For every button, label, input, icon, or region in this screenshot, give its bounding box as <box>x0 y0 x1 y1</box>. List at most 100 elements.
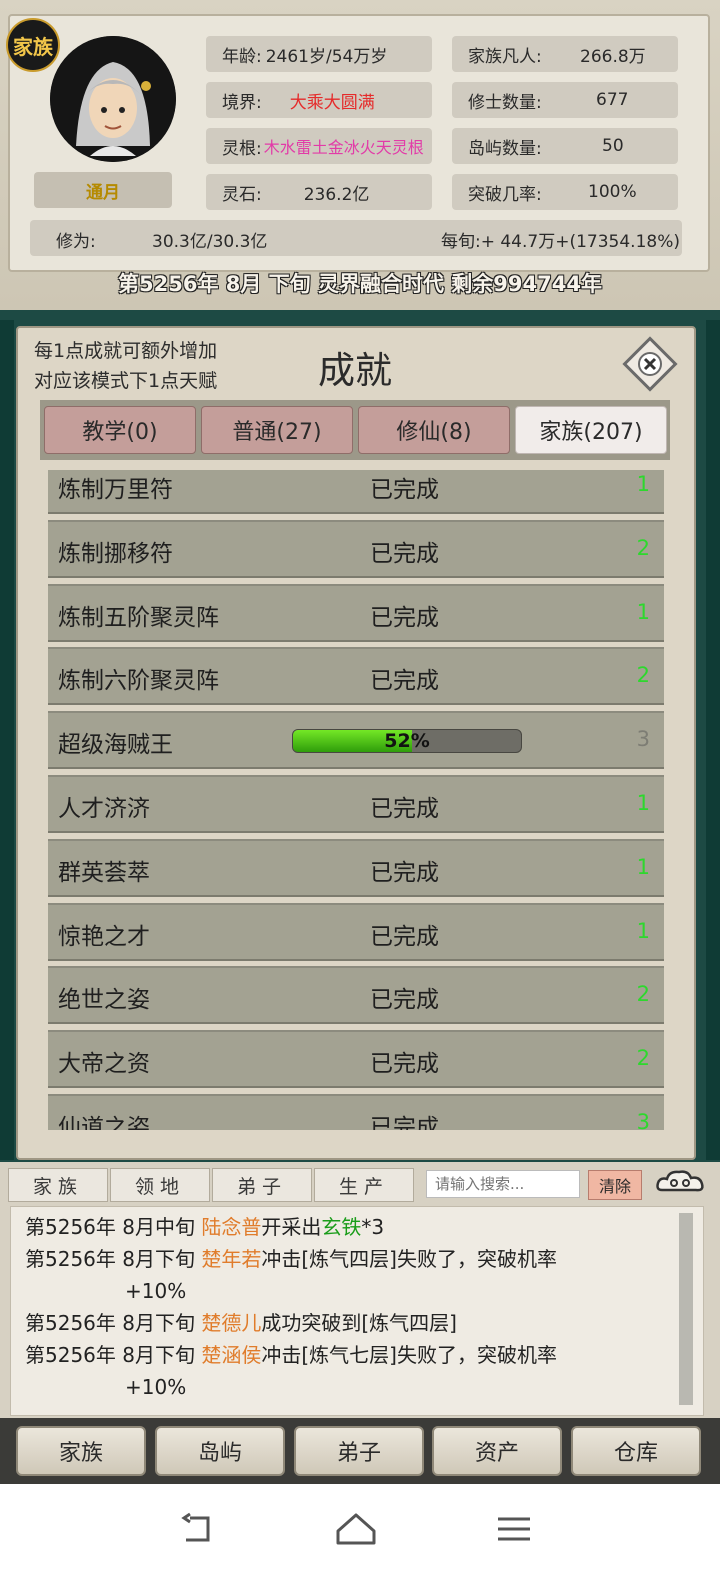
achievement-row[interactable]: 绝世之姿 已完成 2 <box>48 966 664 1025</box>
cloud-menu-button[interactable] <box>654 1166 706 1198</box>
menu-button[interactable] <box>484 1504 544 1554</box>
stat-age: 年龄: 2461岁/54万岁 <box>206 36 432 72</box>
achievement-name: 炼制挪移符 <box>58 540 173 567</box>
log-tab-territory[interactable]: 领地 <box>110 1168 210 1202</box>
nav-assets-button[interactable]: 资产 <box>432 1426 562 1476</box>
nav-warehouse-button[interactable]: 仓库 <box>571 1426 701 1476</box>
log-tab-production[interactable]: 生产 <box>314 1168 414 1202</box>
tab-teaching[interactable]: 教学(0) <box>44 406 196 454</box>
nav-clan-button[interactable]: 家族 <box>16 1426 146 1476</box>
progress-percent: 52% <box>384 730 430 753</box>
stat-spirit-root-label: 灵根: <box>222 138 262 159</box>
event-log-panel: 家族 领地 弟子 生产 清除 第5256年 8月中旬 陆念普开采出玄铁*3 第5… <box>0 1162 720 1418</box>
log-continuation: +10% <box>125 1375 187 1399</box>
stat-breakthrough-value: 100% <box>588 182 637 202</box>
achievement-row[interactable]: 人才济济 已完成 1 <box>48 774 664 833</box>
log-continuation: +10% <box>125 1279 187 1303</box>
log-tab-disciples[interactable]: 弟子 <box>212 1168 312 1202</box>
achievement-progress-bar: 52% <box>292 729 522 754</box>
cloud-icon <box>656 1170 704 1192</box>
log-entry: 第5256年 8月下旬 楚德儿成功突破到[炼气四层] <box>25 1307 645 1339</box>
achievement-status: 已完成 <box>370 604 439 631</box>
clan-badge[interactable]: 家族 <box>6 18 60 72</box>
achievement-row[interactable]: 炼制六阶聚灵阵 已完成 2 <box>48 647 664 706</box>
achievement-name: 人才济济 <box>58 795 150 822</box>
log-entry: 第5256年 8月下旬 楚涵侯冲击[炼气七层]失败了，突破机率 +10% <box>25 1339 645 1403</box>
clear-button[interactable]: 清除 <box>588 1170 642 1200</box>
log-text: 成功突破到[炼气四层] <box>261 1311 457 1335</box>
stat-age-value: 2461岁/54万岁 <box>265 46 388 67</box>
achievement-row[interactable]: 群英荟萃 已完成 1 <box>48 838 664 897</box>
log-tail: *3 <box>361 1215 385 1239</box>
achievement-points: 1 <box>636 854 650 879</box>
achievement-status: 已完成 <box>370 1051 439 1078</box>
stat-mortals-label: 家族凡人: <box>468 46 542 67</box>
cultivation-bar: 修为: 30.3亿/30.3亿 每旬:+ 44.7万+(17354.18%) <box>30 220 682 256</box>
achievement-name: 惊艳之才 <box>58 923 150 950</box>
achievement-list[interactable]: 炼制万里符 已完成 1 炼制挪移符 已完成 2 炼制五阶聚灵阵 已完成 1 炼制… <box>48 470 664 1130</box>
stat-cultivators-value: 677 <box>596 90 629 110</box>
log-person-name[interactable]: 楚年若 <box>201 1247 261 1271</box>
stat-cultivators-label: 修士数量: <box>468 92 542 113</box>
log-item: 玄铁 <box>321 1215 362 1239</box>
tab-cultivation[interactable]: 修仙(8) <box>358 406 510 454</box>
stat-realm: 境界: 大乘大圆满 <box>206 82 432 118</box>
achievement-points: 1 <box>636 599 650 624</box>
avatar[interactable] <box>50 36 176 162</box>
achievement-points: 3 <box>636 727 650 752</box>
achievement-points: 1 <box>636 472 650 496</box>
achievement-name: 仙道之姿 <box>58 1114 150 1130</box>
log-scrollbar[interactable] <box>679 1213 693 1405</box>
home-icon <box>336 1513 376 1545</box>
back-icon <box>181 1512 210 1542</box>
log-person-name[interactable]: 陆念普 <box>201 1215 261 1239</box>
system-nav-bar <box>0 1484 720 1584</box>
achievement-row[interactable]: 惊艳之才 已完成 1 <box>48 902 664 961</box>
tab-normal[interactable]: 普通(27) <box>201 406 353 454</box>
achievement-tabs: 教学(0) 普通(27) 修仙(8) 家族(207) <box>40 400 670 460</box>
achievement-row[interactable]: 炼制万里符 已完成 1 <box>48 470 664 514</box>
log-entry: 第5256年 8月下旬 楚年若冲击[炼气四层]失败了，突破机率 +10% <box>25 1243 645 1307</box>
achievement-points: 3 <box>636 1109 650 1130</box>
log-person-name[interactable]: 楚德儿 <box>201 1311 261 1335</box>
achievement-row[interactable]: 大帝之资 已完成 2 <box>48 1030 664 1089</box>
log-person-name[interactable]: 楚涵侯 <box>201 1343 261 1367</box>
achievement-row[interactable]: 炼制五阶聚灵阵 已完成 1 <box>48 583 664 642</box>
achievement-row[interactable]: 超级海贼王 52% 3 <box>48 711 664 770</box>
log-entry: 第5256年 8月中旬 陆念普开采出玄铁*3 <box>25 1211 645 1243</box>
cultivation-label: 修为: <box>56 232 96 252</box>
stat-spirit-stones: 灵石: 236.2亿 <box>206 174 432 210</box>
achievement-points: 2 <box>636 982 650 1007</box>
back-button[interactable] <box>168 1504 228 1554</box>
stat-spirit-stones-value: 236.2亿 <box>303 184 370 205</box>
log-tab-clan[interactable]: 家族 <box>8 1168 108 1202</box>
close-button[interactable] <box>622 336 678 392</box>
achievement-points: 1 <box>636 918 650 943</box>
stat-spirit-stones-label: 灵石: <box>222 184 262 205</box>
avatar-portrait-icon <box>50 36 176 162</box>
menu-icon <box>498 1517 530 1541</box>
log-text: 冲击[炼气四层]失败了，突破机率 <box>261 1247 557 1271</box>
nav-islands-button[interactable]: 岛屿 <box>155 1426 285 1476</box>
log-date: 第5256年 8月下旬 <box>25 1343 195 1367</box>
log-search-input[interactable] <box>426 1170 580 1198</box>
log-date: 第5256年 8月下旬 <box>25 1311 195 1335</box>
achievement-status: 已完成 <box>370 987 439 1014</box>
realm-title-badge: 通月 <box>34 172 172 208</box>
tab-clan[interactable]: 家族(207) <box>515 406 667 454</box>
achievement-status: 已完成 <box>370 477 439 503</box>
achievement-row[interactable]: 仙道之姿 已完成 3 <box>48 1093 664 1130</box>
cultivation-value: 30.3亿/30.3亿 <box>152 232 268 252</box>
achievement-note-line1: 每1点成就可额外增加 <box>34 340 218 362</box>
stat-realm-label: 境界: <box>222 92 262 113</box>
game-date: 第5256年 8月 下旬 灵界融合时代 剩余994744年 <box>118 272 602 296</box>
stat-islands: 岛屿数量: 50 <box>452 128 678 164</box>
left-edge-decoration <box>0 320 14 1160</box>
achievement-name: 炼制万里符 <box>58 477 173 503</box>
home-button[interactable] <box>326 1504 386 1554</box>
log-content[interactable]: 第5256年 8月中旬 陆念普开采出玄铁*3 第5256年 8月下旬 楚年若冲击… <box>10 1206 704 1416</box>
achievement-row[interactable]: 炼制挪移符 已完成 2 <box>48 519 664 578</box>
log-date: 第5256年 8月下旬 <box>25 1247 195 1271</box>
nav-disciples-button[interactable]: 弟子 <box>294 1426 424 1476</box>
stat-breakthrough-label: 突破几率: <box>468 184 542 205</box>
